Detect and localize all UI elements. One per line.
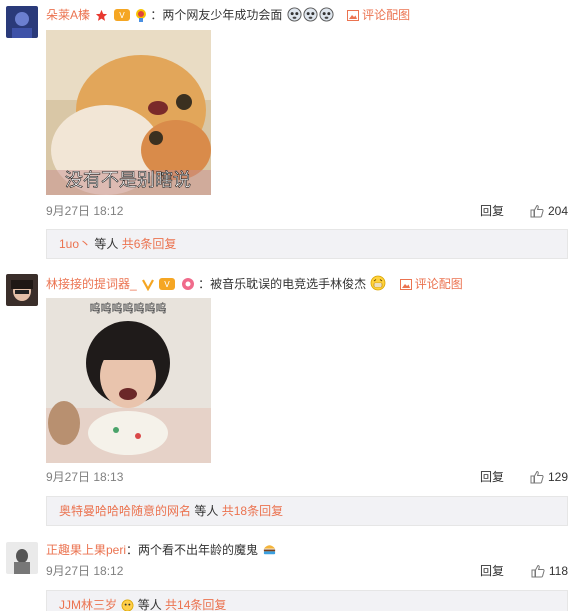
thumbs-up-icon [530,204,544,218]
vip-badge-icon[interactable]: V [113,8,130,26]
face-emoji-icon [121,594,134,611]
comment-image[interactable]: 呜呜呜呜呜呜呜 [46,298,211,463]
reply-button[interactable]: 回复 [480,563,504,579]
username[interactable]: 正趣果上果peri [46,543,126,557]
replies-summary: JJM林三岁 等人 共14条回复 [46,590,568,611]
reply-button[interactable]: 回复 [480,469,504,485]
reply-suffix: 等人 [194,504,219,518]
comment-text: 两个网友少年成功会面 [162,8,283,22]
comment-line: 林接接的提词器_ V ：被音乐耽误的电竞选手林俊杰 评论配图 [46,275,463,295]
crying-emoji-icon [303,7,318,26]
comment-item: 正趣果上果peri：两个看不出年龄的魔鬼 9月27日 18:12 回复 118 … [0,532,575,611]
svg-text:V: V [165,280,171,289]
vip-badge-icon[interactable]: V [159,277,176,295]
timestamp: 9月27日 18:12 [46,204,124,218]
avatar[interactable] [6,274,38,306]
medal-badge-icon[interactable] [135,8,147,26]
reply-user-link[interactable]: JJM林三岁 [59,598,117,611]
comment-line: 朵莱A榛 V ：两个网友少年成功会面 评论配图 [46,7,410,26]
verified-badge-icon [142,278,154,295]
reply-user-link[interactable]: 1uo丶 [59,237,91,251]
like-count: 118 [548,564,568,578]
username[interactable]: 林接接的提词器_ [46,277,137,291]
like-button[interactable]: 204 [530,203,568,219]
like-button[interactable]: 118 [531,563,568,579]
picture-icon [347,9,360,25]
comment-line: 正趣果上果peri：两个看不出年龄的魔鬼 [46,542,277,561]
reply-button[interactable]: 回复 [480,203,504,219]
thumbs-up-icon [531,564,545,578]
grin-emoji-icon [370,275,386,295]
like-button[interactable]: 129 [530,469,568,485]
crying-emoji-icon [287,7,302,26]
timestamp: 9月27日 18:13 [46,470,124,484]
reply-suffix: 等人 [94,237,119,251]
comment-meta: 9月27日 18:12 回复 118 [46,563,568,579]
image-caption: 呜呜呜呜呜呜呜 [90,301,167,315]
view-replies-link[interactable]: 共14条回复 [165,598,226,611]
reply-user-link[interactable]: 奥特曼哈哈哈随意的网名 [59,504,191,518]
comment-picture-link[interactable]: 评论配图 [347,8,410,22]
comment-picture-link[interactable]: 评论配图 [399,277,463,294]
comment-meta: 9月27日 18:13 回复 129 [46,469,568,485]
image-caption: 没有不是别瞎说 [65,170,191,191]
replies-summary: 奥特曼哈哈哈随意的网名 等人 共18条回复 [46,496,568,526]
reply-suffix: 等人 [137,598,162,611]
star-badge-icon [95,9,108,26]
svg-text:V: V [119,11,125,20]
flower-badge-icon[interactable] [181,277,195,295]
view-replies-link[interactable]: 共18条回复 [222,504,283,518]
username[interactable]: 朵莱A榛 [46,8,90,22]
thumbs-up-icon [530,470,544,484]
like-count: 129 [547,470,568,484]
like-count: 204 [547,204,568,218]
avatar[interactable] [6,542,38,574]
comment-item: 林接接的提词器_ V ：被音乐耽误的电竞选手林俊杰 评论配图 呜呜呜呜呜呜呜 9… [0,262,575,532]
picture-icon [399,278,412,294]
hamburger-emoji-icon [262,542,277,561]
timestamp: 9月27日 18:12 [46,564,124,578]
comment-image[interactable]: 没有不是别瞎说 [46,30,211,195]
crying-emoji-icon [319,7,334,26]
comment-meta: 9月27日 18:12 回复 204 [46,203,568,219]
comment-item: 朵莱A榛 V ：两个网友少年成功会面 评论配图 没有不是别瞎说 9月27日 18… [0,0,575,262]
replies-summary: 1uo丶 等人 共6条回复 [46,229,568,259]
avatar[interactable] [6,6,38,38]
comment-text: 两个看不出年龄的魔鬼 [138,543,259,557]
view-replies-link[interactable]: 共6条回复 [122,237,177,251]
comment-text: 被音乐耽误的电竞选手林俊杰 [210,277,367,291]
